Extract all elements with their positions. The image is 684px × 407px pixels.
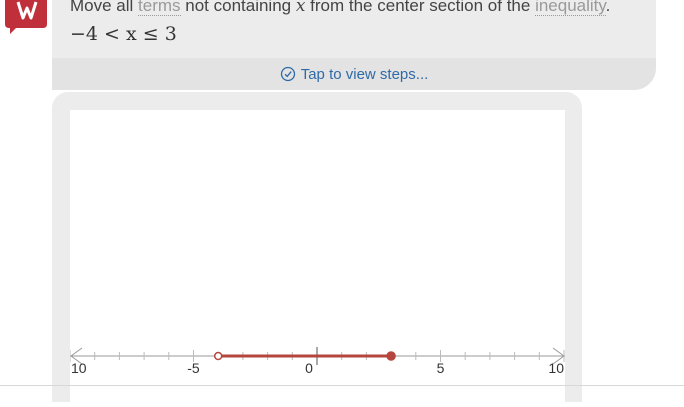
tick-label: 5 — [437, 360, 445, 376]
mathway-logo-icon — [5, 0, 47, 34]
tick-label: -5 — [187, 360, 200, 376]
number-line: 10 -5 0 5 10 — [69, 347, 565, 376]
closed-endpoint — [386, 351, 396, 361]
view-steps-label: Tap to view steps... — [300, 65, 429, 83]
solution-step-card: Move all terms not containing x from the… — [52, 0, 656, 90]
explanation-text: from the center section of the — [305, 0, 536, 15]
inequality-link[interactable]: inequality — [535, 0, 606, 16]
view-steps-button[interactable]: Tap to view steps... — [52, 58, 656, 90]
check-circle-icon — [280, 66, 295, 82]
tick-label: 0 — [305, 360, 313, 376]
open-endpoint — [213, 351, 223, 361]
step-explanation: Move all terms not containing x from the… — [70, 0, 610, 16]
inequality-result: −4 < x ≤ 3 — [70, 23, 177, 45]
tick-label: 10 — [71, 360, 87, 376]
graph-area: 10 -5 0 5 10 — [69, 110, 565, 402]
variable-x: x — [295, 0, 306, 16]
explanation-text: . — [605, 0, 611, 15]
divider — [0, 385, 684, 386]
explanation-text: Move all — [70, 0, 139, 15]
tick-label: 10 — [548, 360, 564, 376]
explanation-text: not containing — [180, 0, 296, 15]
mathway-logo — [2, 0, 48, 34]
terms-link[interactable]: terms — [138, 0, 181, 16]
